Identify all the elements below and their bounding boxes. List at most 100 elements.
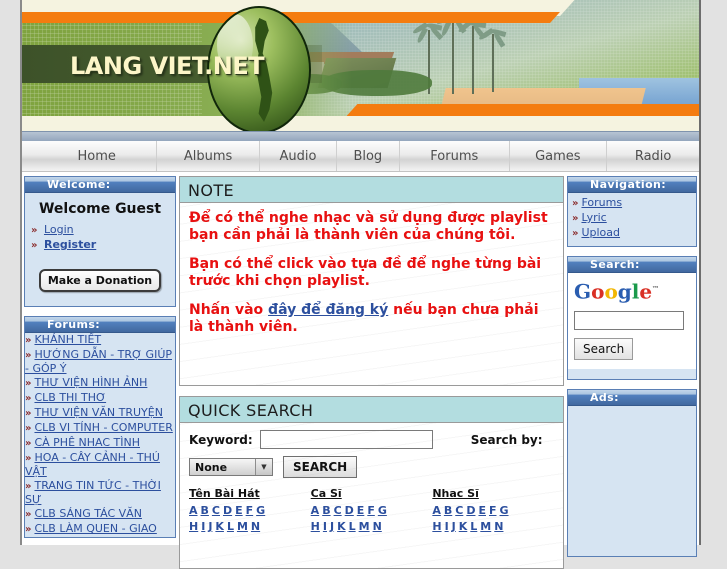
main-column: NOTE Để có thể nghe nhạc và sử dụng được… <box>179 176 564 569</box>
nav-item-blog[interactable]: Blog <box>337 141 401 171</box>
az-link[interactable]: D <box>466 504 475 517</box>
az-link[interactable]: C <box>334 504 342 517</box>
keyword-input[interactable] <box>259 430 433 449</box>
list-item: » CÀ PHÊ NHAC TÌNH <box>25 436 175 450</box>
chevron-right-icon: » <box>572 228 579 239</box>
nav-item-games[interactable]: Games <box>510 141 608 171</box>
nav-item-home[interactable]: Home <box>38 141 157 171</box>
navigation-panel: Navigation: » Forums » Lyric » Upload <box>567 176 697 247</box>
az-link[interactable]: A <box>189 504 198 517</box>
az-row: ABCDEFG <box>189 504 311 517</box>
search-panel-title: Search: <box>590 258 640 271</box>
az-link[interactable]: J <box>208 520 212 533</box>
forum-link-clb-lam-quen[interactable]: CLB LÀM QUEN - GIAO <box>34 522 156 535</box>
az-link[interactable]: H <box>432 520 441 533</box>
az-row: HIJKLMN <box>189 520 311 533</box>
google-logo-o2: o <box>604 279 618 304</box>
list-item: » CLB SÁNG TÁC VĂN <box>25 507 175 521</box>
make-a-donation-button[interactable]: Make a Donation <box>38 269 162 292</box>
forum-link-trang-tin-tuc[interactable]: TRANG TIN TỨC - THỜI SỰ <box>25 479 161 506</box>
az-link[interactable]: G <box>378 504 387 517</box>
az-link[interactable]: G <box>500 504 509 517</box>
nav-link-lyric[interactable]: Lyric <box>581 211 606 224</box>
welcome-panel-body: Welcome Guest » Login » Register Make a … <box>25 193 175 306</box>
register-link[interactable]: Register <box>44 238 96 251</box>
forum-link-clb-thi-tho[interactable]: CLB THI THƠ <box>34 391 106 404</box>
forum-link-thu-vien-van-truyen[interactable]: THƯ VIỆN VĂN TRUYỆN <box>34 406 162 419</box>
forum-link-thu-vien-hinh-anh[interactable]: THƯ VIỆN HÌNH ẢNH <box>34 376 147 389</box>
forums-panel-title: Forums: <box>47 318 101 331</box>
az-link[interactable]: L <box>227 520 234 533</box>
nav-item-audio[interactable]: Audio <box>260 141 337 171</box>
az-link[interactable]: I <box>323 520 327 533</box>
az-link[interactable]: F <box>489 504 497 517</box>
nav-item-albums[interactable]: Albums <box>157 141 261 171</box>
forum-link-huong-dan[interactable]: HƯỚNG DẪN - TRỢ GIÚP - GÓP Ý <box>25 348 172 375</box>
az-link[interactable]: B <box>201 504 209 517</box>
az-link[interactable]: D <box>345 504 354 517</box>
list-item: » Login <box>31 223 169 237</box>
az-link[interactable]: K <box>459 520 468 533</box>
list-item: » KHÁNH TIẾT <box>25 333 175 347</box>
nav-link-forums[interactable]: Forums <box>581 196 622 209</box>
forum-link-khanh-tiet[interactable]: KHÁNH TIẾT <box>34 333 101 346</box>
nav-item-forums[interactable]: Forums <box>400 141 510 171</box>
az-link[interactable]: K <box>215 520 224 533</box>
az-link[interactable]: H <box>311 520 320 533</box>
az-link[interactable]: A <box>432 504 441 517</box>
az-link[interactable]: A <box>311 504 320 517</box>
list-item: » CLB THI THƠ <box>25 391 175 405</box>
forum-link-hoa-cay-canh[interactable]: HOA - CÂY CẢNH - THÚ VẬT <box>25 451 160 478</box>
search-by-select-value: None <box>195 460 228 474</box>
az-link[interactable]: M <box>359 520 370 533</box>
register-here-link[interactable]: đây để đăng ký <box>268 302 388 318</box>
note-paragraph-2: Bạn có thể click vào tựa đề để nghe từng… <box>189 256 542 289</box>
az-link[interactable]: K <box>337 520 346 533</box>
nav-item-radio[interactable]: Radio <box>607 141 699 171</box>
google-search-input[interactable] <box>574 310 684 330</box>
chevron-right-icon: » <box>25 453 32 464</box>
list-item: » Upload <box>572 226 692 240</box>
az-link[interactable]: L <box>470 520 477 533</box>
ads-panel: Ads: <box>567 388 697 557</box>
site-banner: LANG VIET.NET <box>22 0 699 141</box>
az-link[interactable]: E <box>357 504 365 517</box>
az-link[interactable]: F <box>246 504 254 517</box>
az-link[interactable]: C <box>212 504 220 517</box>
az-link[interactable]: N <box>494 520 503 533</box>
az-column-composer: Nhac Sĩ ABCDEFG HIJKLMN <box>432 487 554 536</box>
nav-link-upload[interactable]: Upload <box>581 226 620 239</box>
az-link[interactable]: J <box>452 520 456 533</box>
chevron-right-icon: » <box>572 213 579 224</box>
az-link[interactable]: E <box>235 504 243 517</box>
az-link[interactable]: E <box>478 504 486 517</box>
az-link[interactable]: H <box>189 520 198 533</box>
az-link[interactable]: I <box>445 520 449 533</box>
forums-list: » KHÁNH TIẾT » HƯỚNG DẪN - TRỢ GIÚP - GÓP … <box>25 333 175 536</box>
az-link[interactable]: B <box>322 504 330 517</box>
az-link[interactable]: M <box>237 520 248 533</box>
az-link[interactable]: D <box>223 504 232 517</box>
welcome-panel: Welcome: Welcome Guest » Login » Registe… <box>24 176 176 307</box>
nav-left-pad <box>22 141 38 171</box>
google-search-button[interactable]: Search <box>574 337 634 360</box>
forum-link-ca-phe-nhac-tinh[interactable]: CÀ PHÊ NHAC TÌNH <box>34 436 140 449</box>
forum-link-clb-vi-tinh[interactable]: CLB VI TÍNH - COMPUTER <box>34 421 172 434</box>
login-link[interactable]: Login <box>44 223 74 236</box>
forum-link-clb-sang-tac-van[interactable]: CLB SÁNG TÁC VĂN <box>34 507 141 520</box>
az-link[interactable]: J <box>330 520 334 533</box>
az-link[interactable]: I <box>201 520 205 533</box>
az-link[interactable]: M <box>480 520 491 533</box>
quick-search-button[interactable]: SEARCH <box>283 456 358 478</box>
az-link[interactable]: G <box>256 504 265 517</box>
az-link[interactable]: B <box>444 504 452 517</box>
az-link[interactable]: L <box>349 520 356 533</box>
az-link[interactable]: F <box>367 504 375 517</box>
google-logo-g2: g <box>617 279 632 304</box>
chevron-down-icon: ▼ <box>255 459 272 475</box>
az-link[interactable]: C <box>455 504 463 517</box>
search-by-select[interactable]: None ▼ <box>189 458 273 476</box>
az-link[interactable]: N <box>373 520 382 533</box>
forums-panel-header: Forums: <box>25 317 175 333</box>
az-link[interactable]: N <box>251 520 260 533</box>
